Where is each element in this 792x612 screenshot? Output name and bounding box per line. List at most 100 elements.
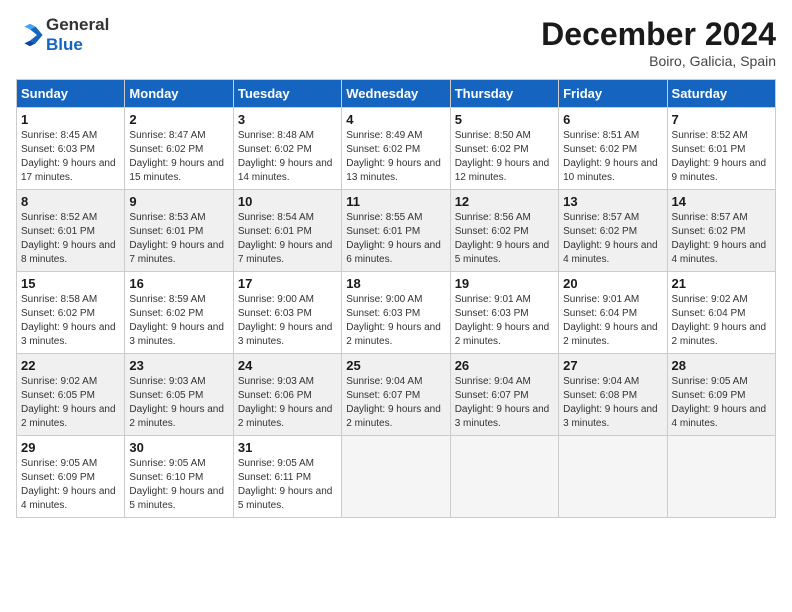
weekday-header-wednesday: Wednesday — [342, 80, 450, 108]
calendar-cell: 26Sunrise: 9:04 AMSunset: 6:07 PMDayligh… — [450, 354, 558, 436]
day-number: 9 — [129, 194, 228, 209]
day-number: 11 — [346, 194, 445, 209]
day-info: Sunrise: 9:05 AMSunset: 6:11 PMDaylight:… — [238, 457, 337, 513]
calendar-cell: 14 Sunrise: 8:57 AMSunset: 6:02 PMDayligh… — [667, 190, 775, 272]
day-info: Sunrise: 8:48 AMSunset: 6:02 PMDaylight:… — [238, 129, 337, 185]
calendar-cell: 21Sunrise: 9:02 AMSunset: 6:04 PMDayligh… — [667, 272, 775, 354]
logo: General Blue — [16, 16, 109, 55]
weekday-header-friday: Friday — [559, 80, 667, 108]
calendar-cell: 18 Sunrise: 9:00 AMSunset: 6:03 PMDayligh… — [342, 272, 450, 354]
day-number: 10 — [238, 194, 337, 209]
day-info: Sunrise: 9:05 AMSunset: 6:10 PMDaylight:… — [129, 457, 228, 513]
calendar-cell: 13 Sunrise: 8:57 AMSunset: 6:02 PMDayligh… — [559, 190, 667, 272]
day-info: Sunrise: 8:54 AMSunset: 6:01 PMDaylight:… — [238, 211, 337, 267]
weekday-header-tuesday: Tuesday — [233, 80, 341, 108]
day-info: Sunrise: 8:52 AMSunset: 6:01 PMDaylight:… — [672, 129, 771, 185]
day-number: 14 — [672, 194, 771, 209]
calendar-cell: 25Sunrise: 9:04 AMSunset: 6:07 PMDayligh… — [342, 354, 450, 436]
day-number: 2 — [129, 112, 228, 127]
day-info: Sunrise: 8:59 AMSunset: 6:02 PMDaylight:… — [129, 293, 228, 349]
calendar-cell: 1 Sunrise: 8:45 AMSunset: 6:03 PMDaylight… — [17, 108, 125, 190]
weekday-header-monday: Monday — [125, 80, 233, 108]
day-number: 23 — [129, 358, 228, 373]
calendar-cell: 23 Sunrise: 9:03 AMSunset: 6:05 PMDayligh… — [125, 354, 233, 436]
day-info: Sunrise: 9:00 AMSunset: 6:03 PMDaylight:… — [346, 293, 445, 349]
calendar-week-1: 1 Sunrise: 8:45 AMSunset: 6:03 PMDaylight… — [17, 108, 776, 190]
day-number: 28 — [672, 358, 771, 373]
title-section: December 2024 Boiro, Galicia, Spain — [541, 16, 776, 69]
day-info: Sunrise: 9:01 AMSunset: 6:03 PMDaylight:… — [455, 293, 554, 349]
calendar-cell: 8 Sunrise: 8:52 AMSunset: 6:01 PMDaylight… — [17, 190, 125, 272]
day-info: Sunrise: 9:04 AMSunset: 6:08 PMDaylight:… — [563, 375, 662, 431]
calendar-cell: 30 Sunrise: 9:05 AMSunset: 6:10 PMDayligh… — [125, 436, 233, 518]
logo-blue-text: Blue — [46, 35, 109, 55]
day-number: 3 — [238, 112, 337, 127]
day-number: 19 — [455, 276, 554, 291]
day-number: 7 — [672, 112, 771, 127]
calendar-cell — [342, 436, 450, 518]
day-info: Sunrise: 8:56 AMSunset: 6:02 PMDaylight:… — [455, 211, 554, 267]
calendar-cell — [667, 436, 775, 518]
weekday-header-row: SundayMondayTuesdayWednesdayThursdayFrid… — [17, 80, 776, 108]
calendar-cell: 3 Sunrise: 8:48 AMSunset: 6:02 PMDaylight… — [233, 108, 341, 190]
day-number: 29 — [21, 440, 120, 455]
day-info: Sunrise: 9:04 AMSunset: 6:07 PMDaylight:… — [346, 375, 445, 431]
day-number: 8 — [21, 194, 120, 209]
calendar-cell — [559, 436, 667, 518]
day-number: 12 — [455, 194, 554, 209]
day-number: 26 — [455, 358, 554, 373]
calendar-week-3: 15 Sunrise: 8:58 AMSunset: 6:02 PMDayligh… — [17, 272, 776, 354]
day-info: Sunrise: 8:57 AMSunset: 6:02 PMDaylight:… — [563, 211, 662, 267]
day-number: 30 — [129, 440, 228, 455]
day-info: Sunrise: 8:45 AMSunset: 6:03 PMDaylight:… — [21, 129, 120, 185]
day-info: Sunrise: 8:57 AMSunset: 6:02 PMDaylight:… — [672, 211, 771, 267]
calendar-cell: 27 Sunrise: 9:04 AMSunset: 6:08 PMDayligh… — [559, 354, 667, 436]
day-info: Sunrise: 9:01 AMSunset: 6:04 PMDaylight:… — [563, 293, 662, 349]
calendar-cell: 15 Sunrise: 8:58 AMSunset: 6:02 PMDayligh… — [17, 272, 125, 354]
day-number: 24 — [238, 358, 337, 373]
calendar-cell: 6 Sunrise: 8:51 AMSunset: 6:02 PMDaylight… — [559, 108, 667, 190]
calendar-cell: 4Sunrise: 8:49 AMSunset: 6:02 PMDaylight… — [342, 108, 450, 190]
day-info: Sunrise: 9:02 AMSunset: 6:04 PMDaylight:… — [672, 293, 771, 349]
calendar-cell: 31 Sunrise: 9:05 AMSunset: 6:11 PMDayligh… — [233, 436, 341, 518]
weekday-header-thursday: Thursday — [450, 80, 558, 108]
day-info: Sunrise: 8:47 AMSunset: 6:02 PMDaylight:… — [129, 129, 228, 185]
day-info: Sunrise: 8:55 AMSunset: 6:01 PMDaylight:… — [346, 211, 445, 267]
calendar-cell: 5Sunrise: 8:50 AMSunset: 6:02 PMDaylight… — [450, 108, 558, 190]
calendar-cell: 20Sunrise: 9:01 AMSunset: 6:04 PMDayligh… — [559, 272, 667, 354]
day-info: Sunrise: 8:51 AMSunset: 6:02 PMDaylight:… — [563, 129, 662, 185]
day-number: 16 — [129, 276, 228, 291]
calendar-week-2: 8 Sunrise: 8:52 AMSunset: 6:01 PMDaylight… — [17, 190, 776, 272]
day-info: Sunrise: 9:03 AMSunset: 6:05 PMDaylight:… — [129, 375, 228, 431]
weekday-header-sunday: Sunday — [17, 80, 125, 108]
day-info: Sunrise: 8:52 AMSunset: 6:01 PMDaylight:… — [21, 211, 120, 267]
day-number: 13 — [563, 194, 662, 209]
location: Boiro, Galicia, Spain — [541, 53, 776, 69]
day-number: 5 — [455, 112, 554, 127]
day-number: 18 — [346, 276, 445, 291]
calendar-cell: 7 Sunrise: 8:52 AMSunset: 6:01 PMDaylight… — [667, 108, 775, 190]
day-info: Sunrise: 9:02 AMSunset: 6:05 PMDaylight:… — [21, 375, 120, 431]
calendar-cell: 28 Sunrise: 9:05 AMSunset: 6:09 PMDayligh… — [667, 354, 775, 436]
day-info: Sunrise: 8:58 AMSunset: 6:02 PMDaylight:… — [21, 293, 120, 349]
calendar-cell: 16 Sunrise: 8:59 AMSunset: 6:02 PMDayligh… — [125, 272, 233, 354]
weekday-header-saturday: Saturday — [667, 80, 775, 108]
day-info: Sunrise: 9:05 AMSunset: 6:09 PMDaylight:… — [672, 375, 771, 431]
day-number: 27 — [563, 358, 662, 373]
calendar-table: SundayMondayTuesdayWednesdayThursdayFrid… — [16, 79, 776, 518]
day-number: 15 — [21, 276, 120, 291]
day-number: 6 — [563, 112, 662, 127]
calendar-week-4: 22 Sunrise: 9:02 AMSunset: 6:05 PMDayligh… — [17, 354, 776, 436]
day-number: 31 — [238, 440, 337, 455]
calendar-cell: 10 Sunrise: 8:54 AMSunset: 6:01 PMDayligh… — [233, 190, 341, 272]
day-number: 4 — [346, 112, 445, 127]
day-info: Sunrise: 9:00 AMSunset: 6:03 PMDaylight:… — [238, 293, 337, 349]
logo-icon — [16, 21, 44, 49]
day-number: 1 — [21, 112, 120, 127]
logo-general-text: General — [46, 16, 109, 35]
page-header: General Blue December 2024 Boiro, Galici… — [16, 16, 776, 69]
calendar-cell: 17Sunrise: 9:00 AMSunset: 6:03 PMDayligh… — [233, 272, 341, 354]
day-number: 22 — [21, 358, 120, 373]
calendar-cell: 12 Sunrise: 8:56 AMSunset: 6:02 PMDayligh… — [450, 190, 558, 272]
calendar-cell: 11 Sunrise: 8:55 AMSunset: 6:01 PMDayligh… — [342, 190, 450, 272]
